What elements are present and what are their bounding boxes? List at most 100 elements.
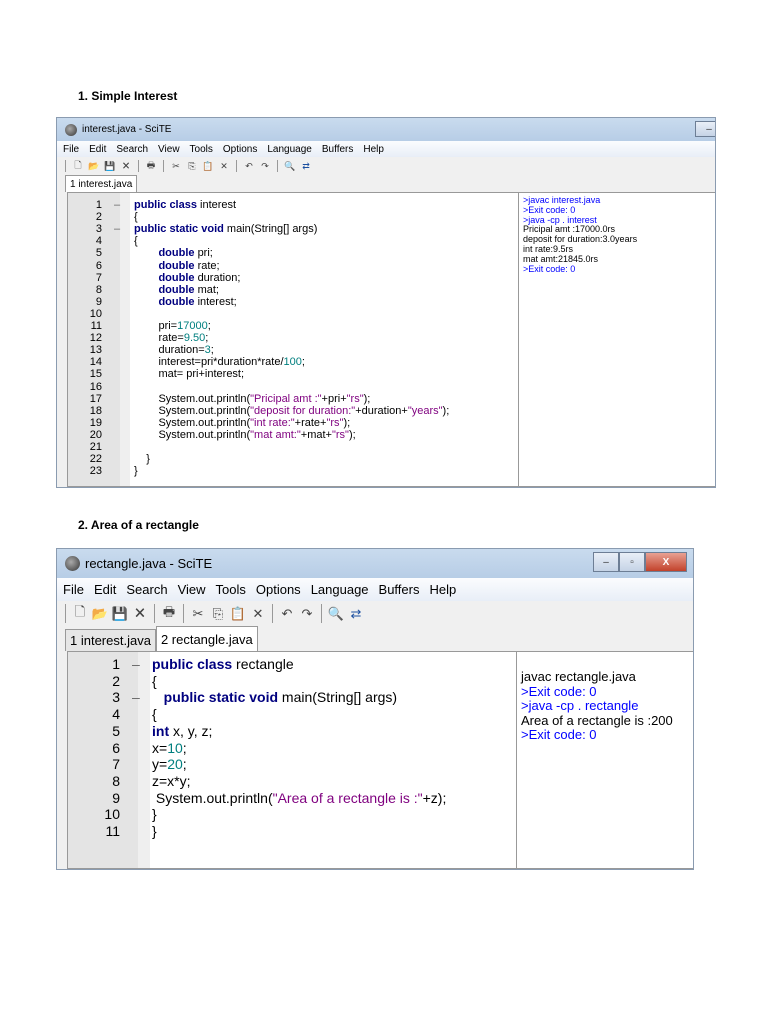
menu-edit[interactable]: Edit bbox=[94, 582, 116, 597]
menu-options[interactable]: Options bbox=[256, 582, 301, 597]
code-line: } bbox=[134, 465, 138, 477]
print-icon[interactable]: 🖶 bbox=[145, 160, 157, 172]
code-line: { bbox=[152, 706, 157, 722]
fold-marker-icon[interactable]: – bbox=[132, 689, 140, 705]
cut-icon[interactable]: ✂ bbox=[170, 160, 182, 172]
output-line: >Exit code: 0 bbox=[521, 727, 597, 742]
code-token: 17000 bbox=[177, 320, 208, 332]
code-line: { bbox=[134, 235, 138, 247]
code-token: interest bbox=[200, 199, 237, 211]
menu-buffers[interactable]: Buffers bbox=[322, 144, 354, 155]
menu-file[interactable]: File bbox=[63, 144, 79, 155]
menu-language[interactable]: Language bbox=[267, 144, 312, 155]
paste-icon[interactable]: 📋 bbox=[230, 606, 246, 622]
close-button[interactable]: X bbox=[645, 552, 687, 572]
code-token: ); bbox=[442, 404, 450, 417]
undo-icon[interactable]: ↶ bbox=[243, 160, 255, 172]
menu-language[interactable]: Language bbox=[311, 582, 369, 597]
open-folder-icon[interactable]: 📂 bbox=[92, 606, 108, 622]
code-line: duration=3; bbox=[134, 344, 213, 356]
paste-icon[interactable]: 📋 bbox=[202, 160, 214, 172]
redo-icon[interactable]: ↷ bbox=[259, 160, 271, 172]
code-line: double duration; bbox=[134, 272, 240, 284]
tab-interest-java[interactable]: 1 interest.java bbox=[65, 629, 156, 651]
find-icon[interactable]: 🔍 bbox=[328, 606, 344, 622]
undo-icon[interactable]: ↶ bbox=[279, 606, 295, 622]
code-editor[interactable]: 1– public class interest 2 {3– public static… bbox=[67, 192, 715, 487]
cut-icon[interactable]: ✂ bbox=[190, 606, 206, 622]
tab-rectangle-java[interactable]: 2 rectangle.java bbox=[155, 626, 258, 651]
line-number: 12 bbox=[89, 332, 102, 345]
code-token: "deposit for duration:" bbox=[250, 404, 356, 417]
copy-icon[interactable]: ⎘ bbox=[210, 606, 226, 622]
code-line: System.out.println("mat amt:"+mat+"rs"); bbox=[134, 428, 355, 441]
print-icon[interactable]: 🖶 bbox=[161, 604, 177, 622]
menu-tools[interactable]: Tools bbox=[216, 582, 246, 597]
code-token: System.out.println( bbox=[134, 416, 251, 429]
line-number: 5 bbox=[112, 722, 120, 739]
output-line: >java -cp . rectangle bbox=[521, 698, 639, 713]
menu-search[interactable]: Search bbox=[116, 144, 148, 155]
menu-help[interactable]: Help bbox=[429, 582, 456, 597]
line-number: 2 bbox=[112, 672, 120, 689]
find-icon[interactable]: 🔍 bbox=[284, 160, 296, 172]
new-file-icon[interactable]: 🗋 bbox=[72, 160, 84, 172]
delete-icon[interactable]: ✕ bbox=[250, 606, 266, 622]
close-file-icon[interactable]: 🗙 bbox=[120, 160, 132, 172]
replace-icon[interactable]: ⇄ bbox=[348, 606, 364, 622]
tab-interest-java[interactable]: 1 interest.java bbox=[65, 175, 138, 192]
replace-icon[interactable]: ⇄ bbox=[300, 160, 312, 172]
maximize-button[interactable]: ▫ bbox=[619, 552, 645, 572]
menu-help[interactable]: Help bbox=[363, 144, 384, 155]
close-file-icon[interactable]: 🗙 bbox=[132, 604, 148, 622]
menu-view[interactable]: View bbox=[158, 144, 180, 155]
menu-edit[interactable]: Edit bbox=[89, 144, 106, 155]
minimize-button[interactable]: – bbox=[695, 121, 715, 137]
code-line: double pri; bbox=[134, 247, 212, 259]
menu-view[interactable]: View bbox=[178, 582, 206, 597]
menu-options[interactable]: Options bbox=[223, 144, 257, 155]
save-icon[interactable]: 💾 bbox=[112, 606, 128, 622]
code-editor[interactable]: 1– public class rectangle 2{3– public stat… bbox=[67, 651, 693, 869]
output-line: javac rectangle.java bbox=[521, 669, 636, 684]
scite-window-rectangle: rectangle.java - SciTE – ▫ X File Edit Search V… bbox=[56, 548, 694, 870]
line-number: 22 bbox=[89, 453, 102, 466]
new-file-icon[interactable]: 🗋 bbox=[72, 604, 88, 622]
toolbar-separator bbox=[321, 604, 322, 623]
output-pane[interactable]: javac rectangle.java >Exit code: 0 >java -… bbox=[516, 652, 693, 868]
code-token: +mat+ bbox=[300, 428, 332, 441]
delete-icon[interactable]: ✕ bbox=[218, 160, 230, 172]
code-token: ; bbox=[207, 320, 211, 332]
output-line: mat amt:21845.0rs bbox=[523, 253, 599, 264]
code-token: double bbox=[158, 271, 198, 284]
code-line: public class rectangle bbox=[152, 656, 294, 672]
code-token: +rate+ bbox=[294, 416, 327, 429]
copy-icon[interactable]: ⎘ bbox=[186, 160, 198, 172]
code-token: { bbox=[152, 672, 157, 689]
toolbar-separator bbox=[183, 604, 184, 623]
code-line: double mat; bbox=[134, 284, 219, 296]
toolbar: 🗋 📂 💾 🗙 🖶 ✂ ⎘ 📋 ✕ ↶ ↷ 🔍 ⇄ bbox=[57, 601, 693, 626]
code-token: 100 bbox=[283, 356, 302, 369]
menu-buffers[interactable]: Buffers bbox=[379, 582, 420, 597]
open-folder-icon[interactable]: 📂 bbox=[88, 160, 100, 172]
menu-search[interactable]: Search bbox=[126, 582, 167, 597]
code-token: System.out.println( bbox=[134, 404, 251, 417]
fold-marker-icon[interactable]: – bbox=[114, 199, 120, 211]
fold-marker-icon[interactable]: – bbox=[114, 223, 120, 235]
redo-icon[interactable]: ↷ bbox=[299, 606, 315, 622]
code-token: rate= bbox=[134, 332, 184, 345]
line-number: 13 bbox=[89, 344, 102, 357]
fold-marker-icon[interactable]: – bbox=[132, 656, 140, 672]
code-token: System.out.println( bbox=[152, 789, 273, 806]
minimize-button[interactable]: – bbox=[593, 552, 619, 572]
code-token: "years" bbox=[407, 404, 443, 417]
output-pane[interactable]: >javac interest.java >Exit code: 0 >java -… bbox=[518, 193, 715, 486]
save-icon[interactable]: 💾 bbox=[104, 160, 116, 172]
menu-file[interactable]: File bbox=[63, 582, 84, 597]
line-number: 21 bbox=[89, 441, 102, 453]
menu-tools[interactable]: Tools bbox=[190, 144, 213, 155]
